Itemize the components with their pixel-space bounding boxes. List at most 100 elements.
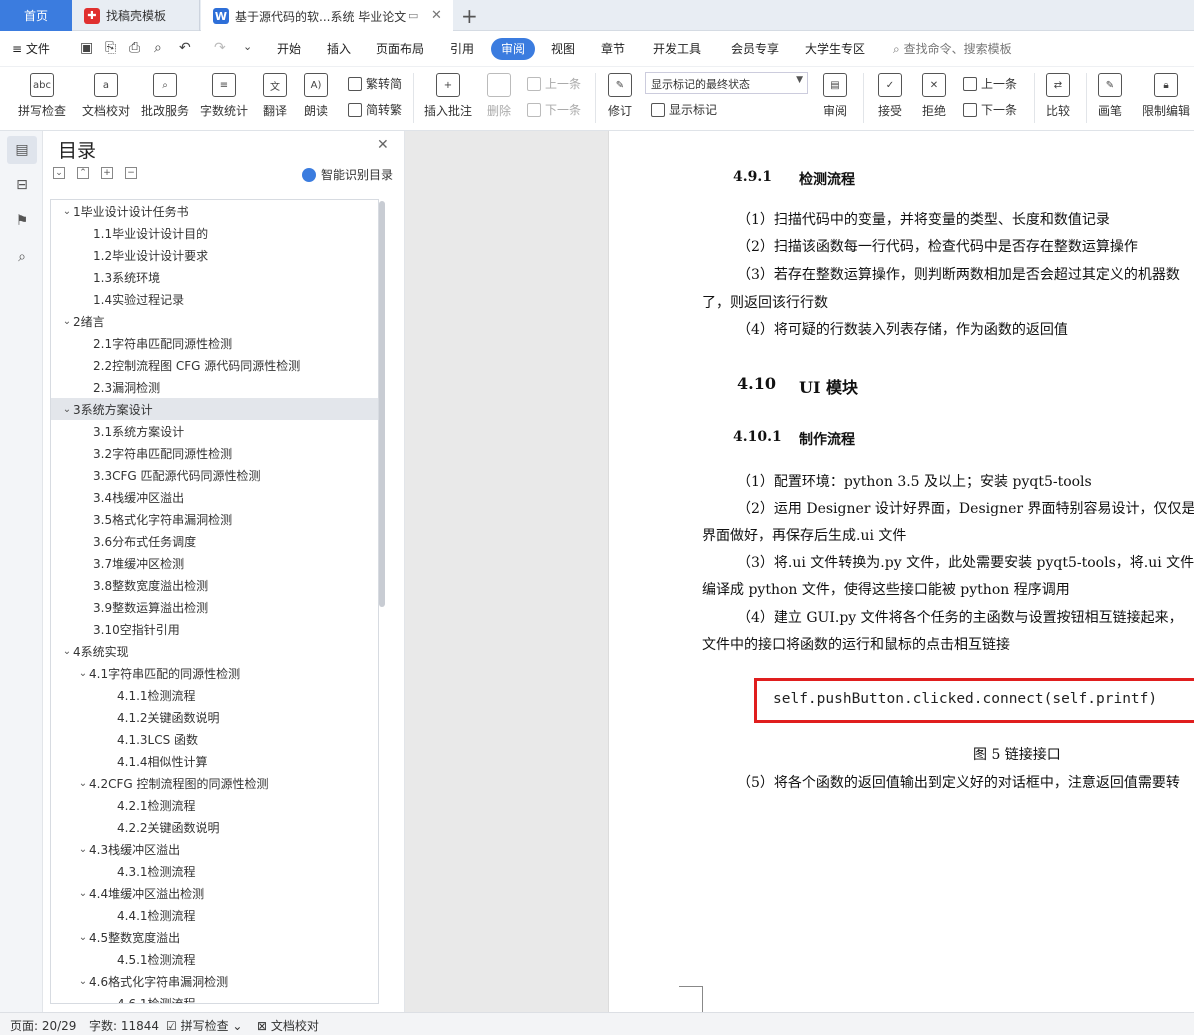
toc-item[interactable]: 4.5.1检测流程 — [51, 948, 378, 970]
toc-item[interactable]: 2.3漏洞检测 — [51, 376, 378, 398]
toc-item[interactable]: 3.3CFG 匹配源代码同源性检测 — [51, 464, 378, 486]
toc-item[interactable]: 4.1.4相似性计算 — [51, 750, 378, 772]
toc-item[interactable]: 4.1.2关键函数说明 — [51, 706, 378, 728]
bookmark-icon[interactable]: ⚑ — [12, 211, 32, 231]
next-comment-button[interactable]: 下一条 — [527, 101, 581, 118]
menu-start[interactable]: 开始 — [277, 40, 301, 57]
toc-item[interactable]: ⌄ 4.3栈缓冲区溢出 — [51, 838, 378, 860]
toc-item[interactable]: 2.1字符串匹配同源性检测 — [51, 332, 378, 354]
chevron-down-icon[interactable]: ⌄ — [61, 316, 73, 327]
chevron-down-icon[interactable]: ⌄ — [77, 844, 89, 855]
toc-item[interactable]: ⌄ 4.6格式化字符串漏洞检测 — [51, 970, 378, 992]
read-aloud-button[interactable]: A) 朗读 — [300, 67, 332, 119]
search-icon[interactable]: ⌕ — [12, 247, 32, 267]
monitor-icon[interactable]: ▭ — [408, 9, 418, 22]
toc-item[interactable]: 3.6分布式任务调度 — [51, 530, 378, 552]
save-icon[interactable]: ▣ — [80, 40, 93, 56]
file-menu[interactable]: ≡ 文件 — [12, 40, 50, 57]
new-tab-icon[interactable]: + — [461, 4, 478, 28]
track-changes-button[interactable]: ✎ 修订 — [602, 67, 638, 119]
chevron-down-icon[interactable]: ⌄ — [61, 404, 73, 415]
accept-button[interactable]: ✓ 接受 — [872, 67, 908, 119]
tab-template[interactable]: ✚ 找稿壳模板 — [72, 0, 200, 31]
menu-college[interactable]: 大学生专区 — [805, 40, 865, 57]
menu-page-layout[interactable]: 页面布局 — [376, 40, 424, 57]
command-search[interactable]: ⌕ 查找命令、搜索模板 — [893, 40, 1012, 57]
toc-item[interactable]: ⌄ 2绪言 — [51, 310, 378, 332]
toc-icon[interactable]: ▤ — [7, 136, 37, 164]
simp-to-trad-button[interactable]: 简转繁 — [348, 101, 402, 118]
tab-home[interactable]: 首页 — [0, 0, 72, 31]
toc-item[interactable]: 3.1系统方案设计 — [51, 420, 378, 442]
chapter-nav-icon[interactable]: ⊟ — [12, 175, 32, 195]
next-change-button[interactable]: 下一条 — [963, 101, 1017, 118]
export-pdf-icon[interactable]: ⎘ — [105, 40, 116, 56]
toc-item[interactable]: 4.4.1检测流程 — [51, 904, 378, 926]
word-count-indicator[interactable]: 字数: 11844 — [89, 1017, 159, 1034]
toc-item[interactable]: 4.2.2关键函数说明 — [51, 816, 378, 838]
close-icon[interactable]: ✕ — [377, 137, 389, 153]
chevron-down-icon[interactable]: ⌄ — [77, 778, 89, 789]
show-markup-button[interactable]: 显示标记 — [651, 101, 717, 118]
toc-item[interactable]: ⌄ 4.5整数宽度溢出 — [51, 926, 378, 948]
revise-service-button[interactable]: ⌕ 批改服务 — [139, 67, 191, 119]
translate-button[interactable]: 文翻译 — [257, 67, 293, 119]
spell-check-button[interactable]: abc 拼写检查 — [12, 67, 72, 119]
reject-button[interactable]: ✕ 拒绝 — [916, 67, 952, 119]
smart-toc-button[interactable]: 智能识别目录 — [302, 166, 393, 183]
page-indicator[interactable]: 页面: 20/29 — [10, 1017, 76, 1034]
menu-references[interactable]: 引用 — [450, 40, 474, 57]
menu-member[interactable]: 会员专享 — [731, 40, 779, 57]
toc-item[interactable]: 3.2字符串匹配同源性检测 — [51, 442, 378, 464]
toc-scrollbar[interactable] — [379, 201, 385, 607]
chevron-down-icon[interactable]: ⌄ — [61, 646, 73, 657]
close-tab-icon[interactable]: ✕ — [431, 8, 442, 23]
toc-item[interactable]: ⌄ 4系统实现 — [51, 640, 378, 662]
proofread-status[interactable]: ⊠ 文档校对 — [257, 1017, 319, 1034]
collapse-all-icon[interactable]: − — [125, 167, 137, 179]
pen-button[interactable]: ✎ 画笔 — [1094, 67, 1126, 119]
toc-item[interactable]: ⌄ 4.4堆缓冲区溢出检测 — [51, 882, 378, 904]
expand-all-icon[interactable]: + — [101, 167, 113, 179]
toc-item[interactable]: 1.1毕业设计设计目的 — [51, 222, 378, 244]
toc-item[interactable]: ⌄ 4.1字符串匹配的同源性检测 — [51, 662, 378, 684]
menu-review[interactable]: 审阅 — [491, 38, 535, 60]
toc-item[interactable]: 3.7堆缓冲区检测 — [51, 552, 378, 574]
chevron-down-icon[interactable]: ⌄ — [77, 976, 89, 987]
more-quick-access-icon[interactable]: ⌄ — [243, 40, 252, 53]
menu-view[interactable]: 视图 — [551, 40, 575, 57]
restrict-editing-button[interactable]: 🔒︎ 限制编辑 — [1140, 67, 1192, 119]
toc-item[interactable]: 2.2控制流程图 CFG 源代码同源性检测 — [51, 354, 378, 376]
chevron-down-icon[interactable]: ⌄ — [77, 668, 89, 679]
review-pane-button[interactable]: ▤ 审阅 — [817, 67, 853, 119]
trad-to-simp-button[interactable]: 繁转简 — [348, 75, 402, 92]
toc-item[interactable]: 1.4实验过程记录 — [51, 288, 378, 310]
undo-icon[interactable]: ↶ — [179, 40, 191, 56]
compare-button[interactable]: ⇄ 比较 — [1040, 67, 1076, 119]
chevron-down-icon[interactable]: ⌄ — [77, 888, 89, 899]
word-count-button[interactable]: ≡ 字数统计 — [198, 67, 250, 119]
document-page[interactable]: 4.9.1 检测流程 （1）扫描代码中的变量，并将变量的类型、长度和数值记录 （… — [608, 131, 1194, 1012]
collapse-level-icon[interactable]: ⌃ — [77, 167, 89, 179]
toc-item[interactable]: ⌄ 1毕业设计设计任务书 — [51, 200, 378, 222]
toc-item[interactable]: 4.2.1检测流程 — [51, 794, 378, 816]
chevron-down-icon[interactable]: ⌄ — [77, 932, 89, 943]
toc-item[interactable]: 1.3系统环境 — [51, 266, 378, 288]
print-icon[interactable]: ⎙ — [129, 40, 140, 56]
toc-item[interactable]: 3.4栈缓冲区溢出 — [51, 486, 378, 508]
toc-item[interactable]: 4.1.1检测流程 — [51, 684, 378, 706]
prev-comment-button[interactable]: 上一条 — [527, 75, 581, 92]
delete-comment-button[interactable]: 删除 — [481, 67, 517, 119]
toc-item[interactable]: ⌄ 4.2CFG 控制流程图的同源性检测 — [51, 772, 378, 794]
insert-comment-button[interactable]: + 插入批注 — [422, 67, 474, 119]
chevron-down-icon[interactable]: ⌄ — [61, 206, 73, 217]
toc-item[interactable]: 4.6.1检测流程 — [51, 992, 378, 1004]
proofread-button[interactable]: a 文档校对 — [80, 67, 132, 119]
menu-chapter[interactable]: 章节 — [601, 40, 625, 57]
toc-item[interactable]: ⌄ 3系统方案设计 — [51, 398, 378, 420]
tab-document[interactable]: W 基于源代码的软...系统 毕业论文 ▭ ✕ — [201, 0, 453, 32]
spell-check-status[interactable]: ☑ 拼写检查 ⌄ — [166, 1017, 242, 1034]
expand-level-icon[interactable]: ⌄ — [53, 167, 65, 179]
print-preview-icon[interactable]: ⌕ — [154, 40, 162, 56]
toc-item[interactable]: 3.10空指针引用 — [51, 618, 378, 640]
